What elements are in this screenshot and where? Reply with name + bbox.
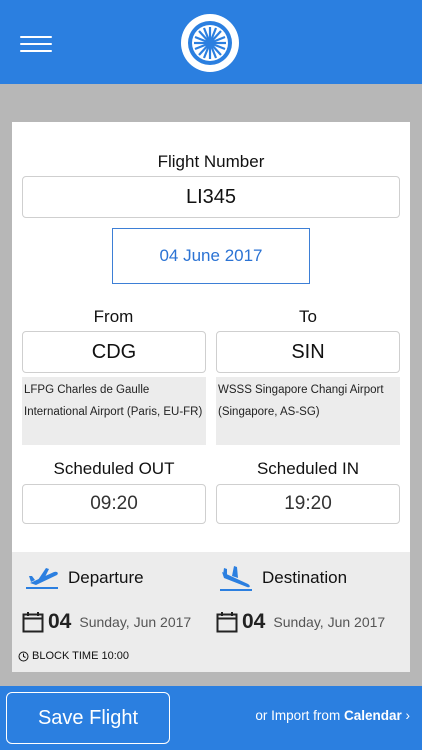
plane-takeoff-icon	[26, 568, 58, 589]
date-picker-button[interactable]: 04 June 2017	[112, 228, 310, 284]
scheduled-out-label: Scheduled OUT	[53, 459, 175, 478]
turbine-logo-icon	[181, 14, 239, 72]
import-from-calendar-link[interactable]: or Import from Calendar ›	[255, 708, 410, 723]
destination-label: Destination	[262, 568, 348, 587]
to-airport-line2: (Singapore, AS-SG)	[218, 406, 320, 418]
save-flight-button[interactable]: Save Flight	[6, 692, 170, 744]
import-prefix: or Import from	[255, 708, 341, 723]
flight-number-label: Flight Number	[157, 152, 265, 171]
departure-day: 04	[48, 610, 72, 633]
departure-date[interactable]: 04 Sunday, Jun 2017	[22, 610, 191, 634]
hamburger-menu-icon[interactable]	[20, 36, 52, 54]
scheduled-out-input[interactable]: 09:20	[22, 484, 206, 524]
calendar-icon	[22, 612, 44, 633]
block-time: BLOCK TIME 10:00	[18, 650, 129, 662]
from-airport-input[interactable]: CDG	[22, 331, 206, 373]
legs-panel: Departure Destination 04 Sunday, Jun 201…	[12, 552, 410, 672]
from-label: From	[93, 307, 134, 326]
from-airport-line1: LFPG Charles de Gaulle	[24, 384, 150, 396]
clock-icon	[18, 651, 29, 661]
calendar-icon	[216, 612, 238, 633]
to-label: To	[299, 307, 317, 326]
bottom-bar: Save Flight or Import from Calendar ›	[0, 686, 422, 750]
flight-form-card: Flight Number LI345 04 June 2017 From To…	[12, 122, 410, 672]
destination-date-text: Sunday, Jun 2017	[273, 614, 386, 630]
from-airport-details: LFPG Charles de Gaulle International Air…	[22, 377, 206, 445]
flight-number-input[interactable]: LI345	[22, 176, 400, 218]
to-airport-input[interactable]: SIN	[216, 331, 400, 373]
import-calendar-text: Calendar	[343, 708, 402, 723]
scheduled-in-label: Scheduled IN	[256, 459, 360, 478]
from-airport-line2: International Airport (Paris, EU-FR)	[24, 406, 203, 418]
to-airport-details: WSSS Singapore Changi Airport (Singapore…	[216, 377, 400, 445]
destination-day: 04	[242, 610, 266, 633]
block-time-text: BLOCK TIME 10:00	[32, 650, 130, 662]
chevron-right-icon: ›	[405, 708, 411, 723]
to-airport-line1: WSSS Singapore Changi Airport	[218, 384, 384, 396]
departure-label: Departure	[68, 568, 144, 587]
destination-header: Destination	[218, 564, 347, 592]
plane-landing-icon	[220, 566, 252, 591]
destination-date[interactable]: 04 Sunday, Jun 2017	[216, 610, 385, 634]
scheduled-in-input[interactable]: 19:20	[216, 484, 400, 524]
departure-date-text: Sunday, Jun 2017	[79, 614, 192, 630]
top-bar	[0, 0, 422, 84]
departure-header: Departure	[24, 564, 144, 592]
